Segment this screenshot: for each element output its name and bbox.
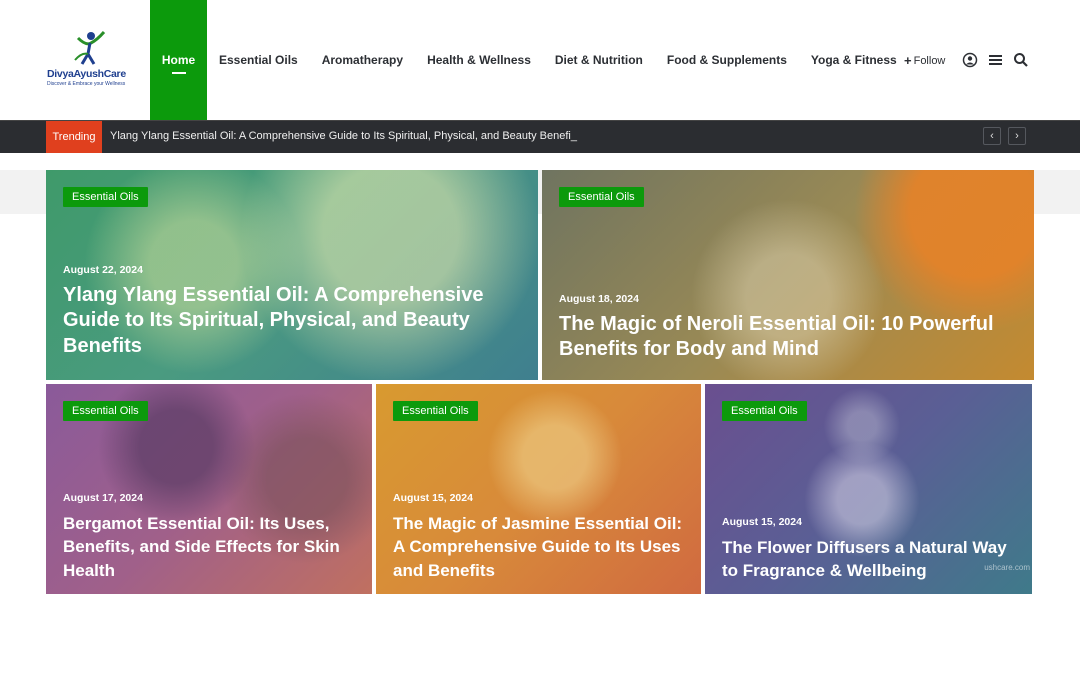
category-badge[interactable]: Essential Oils [63, 187, 148, 207]
post-card-flower-diffusers[interactable]: Essential Oils August 15, 2024 The Flowe… [705, 384, 1032, 594]
trending-bar: Trending Ylang Ylang Essential Oil: A Co… [0, 120, 1080, 153]
category-badge[interactable]: Essential Oils [559, 187, 644, 207]
plus-icon: + [904, 53, 912, 68]
trending-headline[interactable]: Ylang Ylang Essential Oil: A Comprehensi… [110, 130, 577, 142]
post-card-jasmine[interactable]: Essential Oils August 15, 2024 The Magic… [376, 384, 701, 594]
post-date: August 15, 2024 [393, 492, 473, 504]
post-date: August 15, 2024 [722, 516, 802, 528]
nav-item-aromatherapy[interactable]: Aromatherapy [310, 0, 415, 120]
post-date: August 18, 2024 [559, 293, 639, 305]
trending-label: Trending [46, 121, 102, 153]
chevron-right-icon: › [1015, 130, 1019, 142]
post-title[interactable]: The Flower Diffusers a Natural Way to Fr… [722, 536, 1022, 583]
logo-name: DivyaAyushCare [47, 68, 126, 80]
post-title[interactable]: Bergamot Essential Oil: Its Uses, Benefi… [63, 512, 363, 582]
follow-button[interactable]: + Follow [904, 53, 945, 68]
user-icon[interactable] [962, 52, 978, 68]
nav-item-food-supplements[interactable]: Food & Supplements [655, 0, 799, 120]
image-watermark: ushcare.com [984, 563, 1030, 572]
nav-item-yoga-fitness[interactable]: Yoga & Fitness [799, 0, 909, 120]
category-badge[interactable]: Essential Oils [722, 401, 807, 421]
logo-tagline: Discover & Embrace your Wellness [47, 81, 126, 87]
follow-label: Follow [913, 54, 946, 67]
logo-figure-icon [74, 31, 106, 65]
search-icon[interactable] [1013, 52, 1029, 68]
nav-item-diet-nutrition[interactable]: Diet & Nutrition [543, 0, 655, 120]
trending-prev-button[interactable]: ‹ [983, 127, 1001, 145]
site-logo[interactable]: DivyaAyushCare Discover & Embrace your W… [44, 30, 136, 94]
site-header: DivyaAyushCare Discover & Embrace your W… [0, 0, 1080, 120]
post-card-ylang-ylang[interactable]: Essential Oils August 22, 2024 Ylang Yla… [46, 170, 538, 380]
trending-next-button[interactable]: › [1008, 127, 1026, 145]
nav-item-essential-oils[interactable]: Essential Oils [207, 0, 310, 120]
post-title[interactable]: Ylang Ylang Essential Oil: A Comprehensi… [63, 283, 533, 359]
category-badge[interactable]: Essential Oils [393, 401, 478, 421]
nav-item-home[interactable]: Home [150, 0, 207, 120]
post-card-neroli[interactable]: Essential Oils August 18, 2024 The Magic… [542, 170, 1034, 380]
post-card-bergamot[interactable]: Essential Oils August 17, 2024 Bergamot … [46, 384, 372, 594]
post-date: August 22, 2024 [63, 264, 143, 276]
post-title[interactable]: The Magic of Neroli Essential Oil: 10 Po… [559, 312, 999, 363]
chevron-left-icon: ‹ [990, 130, 994, 142]
menu-icon[interactable] [988, 52, 1004, 68]
post-title[interactable]: The Magic of Jasmine Essential Oil: A Co… [393, 512, 693, 582]
post-date: August 17, 2024 [63, 492, 143, 504]
nav-item-health-wellness[interactable]: Health & Wellness [415, 0, 543, 120]
category-badge[interactable]: Essential Oils [63, 401, 148, 421]
main-nav: Home Essential Oils Aromatherapy Health … [150, 0, 909, 120]
